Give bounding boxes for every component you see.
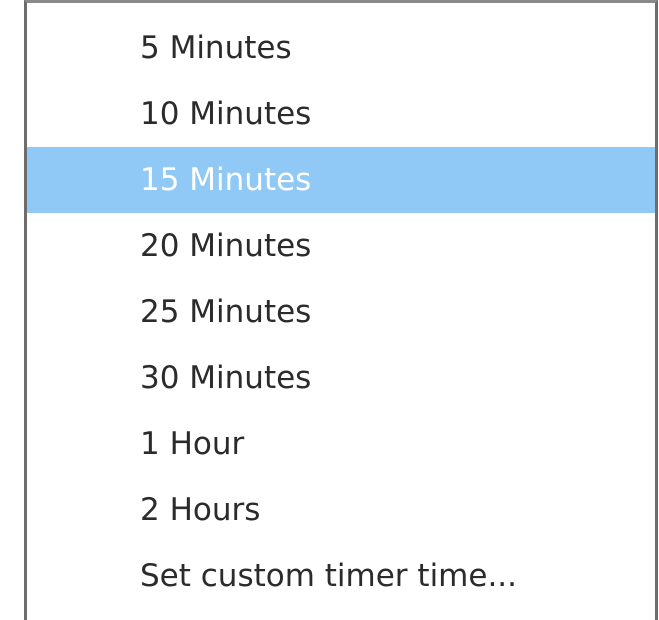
screen: 5 Minutes 10 Minutes 15 Minutes 20 Minut… [0,0,659,620]
menu-item-set-custom-timer[interactable]: Set custom timer time... [27,543,655,609]
menu-item-2-hours[interactable]: 2 Hours [27,477,655,543]
menu-item-label: 2 Hours [140,492,261,528]
menu-item-label: 5 Minutes [140,30,292,66]
selection-highlight [27,147,655,213]
menu-item-5-minutes[interactable]: 5 Minutes [27,15,655,81]
menu-item-label: 1 Hour [140,426,245,462]
timer-duration-list: 5 Minutes 10 Minutes 15 Minutes 20 Minut… [27,15,655,609]
menu-item-10-minutes[interactable]: 10 Minutes [27,81,655,147]
menu-item-label: 10 Minutes [140,96,312,132]
menu-item-label: Set custom timer time... [140,558,518,594]
menu-item-label: 15 Minutes [140,162,312,198]
menu-item-25-minutes[interactable]: 25 Minutes [27,279,655,345]
menu-item-1-hour[interactable]: 1 Hour [27,411,655,477]
menu-item-20-minutes[interactable]: 20 Minutes [27,213,655,279]
timer-duration-menu: 5 Minutes 10 Minutes 15 Minutes 20 Minut… [24,0,658,620]
menu-item-30-minutes[interactable]: 30 Minutes [27,345,655,411]
menu-item-label: 30 Minutes [140,360,312,396]
menu-item-label: 25 Minutes [140,294,312,330]
menu-item-15-minutes[interactable]: 15 Minutes [27,147,655,213]
menu-item-label: 20 Minutes [140,228,312,264]
